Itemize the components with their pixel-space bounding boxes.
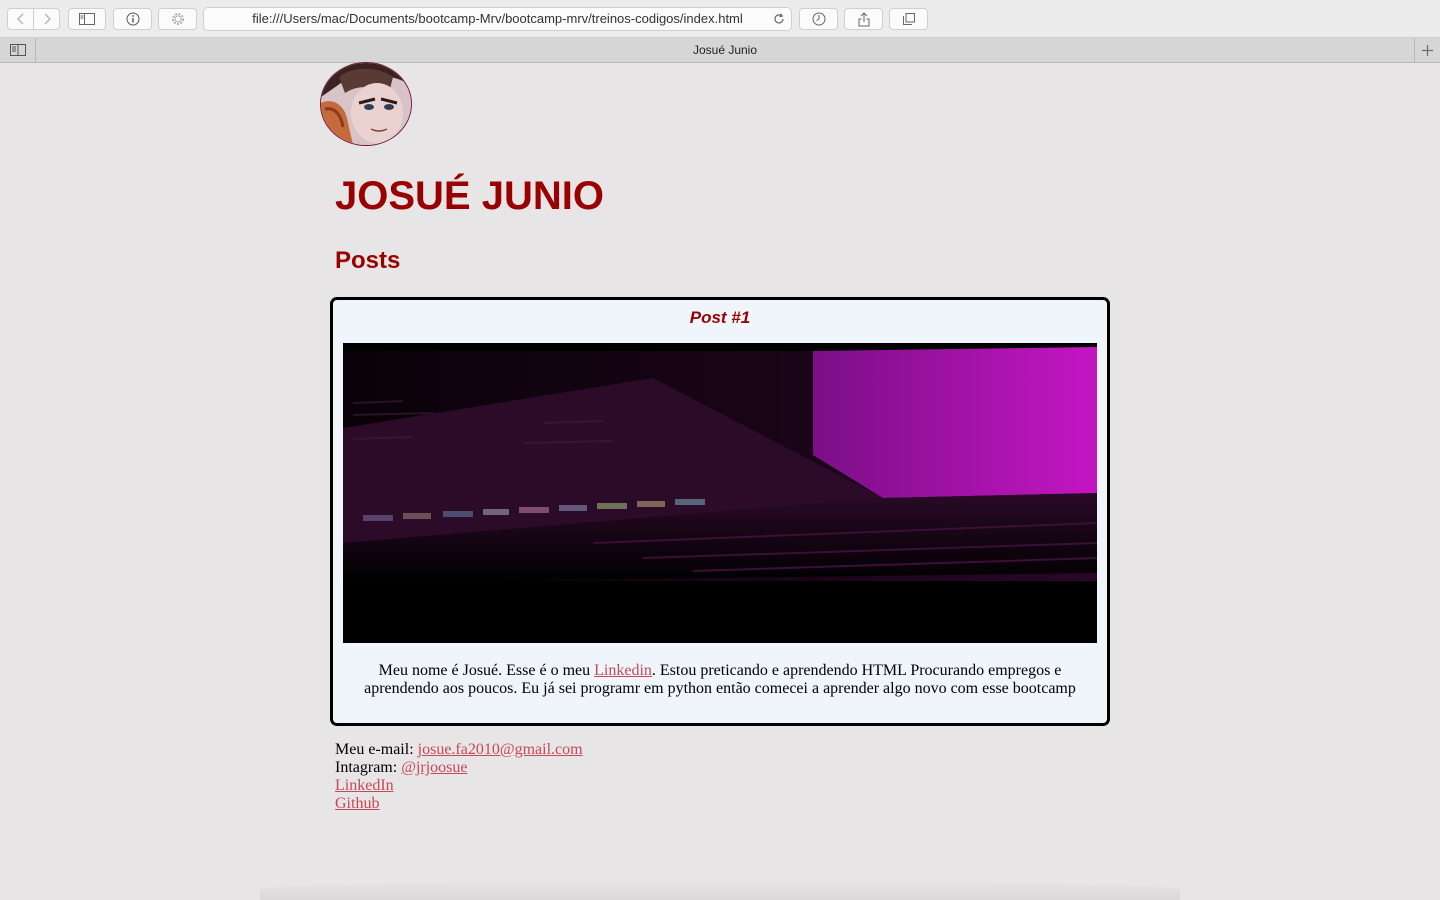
email-link[interactable]: josue.fa2010@gmail.com — [418, 741, 583, 758]
sidebar-button[interactable] — [68, 8, 106, 30]
history-button[interactable] — [799, 8, 838, 30]
gear-icon — [171, 13, 184, 25]
bookmarks-sidebar-button[interactable] — [0, 38, 36, 62]
tab-active[interactable]: Josué Junio — [36, 38, 1414, 62]
post-linkedin-link[interactable]: Linkedin — [594, 662, 652, 679]
linkedin-line: LinkedIn — [335, 777, 583, 795]
post-card: Post #1 Meu nome é Josué. Esse é o meu L… — [330, 297, 1110, 726]
address-bar[interactable]: file:///Users/mac/Documents/bootcamp-Mrv… — [203, 7, 792, 31]
reload-icon — [774, 13, 784, 24]
navigation-buttons — [7, 8, 60, 30]
new-tab-button[interactable] — [1414, 38, 1440, 62]
book-icon — [9, 44, 26, 56]
avatar — [320, 62, 412, 146]
page-bottom-shadow — [260, 880, 1180, 900]
info-button[interactable] — [113, 8, 152, 30]
post-title: Post #1 — [689, 308, 751, 327]
clock-icon — [812, 12, 825, 26]
post-text: Meu nome é Josué. Esse é o meu Linkedin.… — [343, 662, 1097, 698]
chevron-right-icon — [43, 13, 51, 25]
posts-heading: Posts — [335, 247, 401, 274]
github-line: Github — [335, 795, 583, 813]
sidebar-icon — [79, 13, 95, 25]
settings-button[interactable] — [158, 8, 197, 30]
url-text: file:///Users/mac/Documents/bootcamp-Mrv… — [252, 11, 743, 26]
reload-button[interactable] — [771, 8, 787, 30]
back-button[interactable] — [8, 9, 34, 29]
post-text-intro: Meu nome é Josué. Esse é o meu — [378, 662, 595, 679]
contacts: Meu e-mail: josue.fa2010@gmail.com Intag… — [335, 741, 583, 813]
chevron-left-icon — [16, 13, 24, 25]
email-label: Meu e-mail: — [335, 741, 418, 758]
avatar-image — [321, 63, 411, 145]
tab-bar: Josué Junio — [0, 38, 1440, 63]
instagram-line: Intagram: @jrjoosue — [335, 759, 583, 777]
info-icon — [126, 12, 139, 26]
linkedin-link[interactable]: LinkedIn — [335, 777, 394, 794]
plus-icon — [1422, 44, 1433, 56]
post-image — [343, 343, 1097, 643]
browser-toolbar: file:///Users/mac/Documents/bootcamp-Mrv… — [0, 0, 1440, 38]
share-button[interactable] — [844, 8, 883, 30]
tabs-icon — [902, 13, 915, 25]
instagram-link[interactable]: @jrjoosue — [401, 759, 467, 776]
github-link[interactable]: Github — [335, 795, 379, 812]
laptop-photo — [343, 343, 1097, 643]
tabs-overview-button[interactable] — [889, 8, 928, 30]
email-line: Meu e-mail: josue.fa2010@gmail.com — [335, 741, 583, 759]
instagram-label: Intagram: — [335, 759, 402, 776]
share-icon — [858, 11, 869, 26]
site-title: JOSUÉ JUNIO — [335, 174, 604, 218]
forward-button[interactable] — [34, 9, 59, 29]
